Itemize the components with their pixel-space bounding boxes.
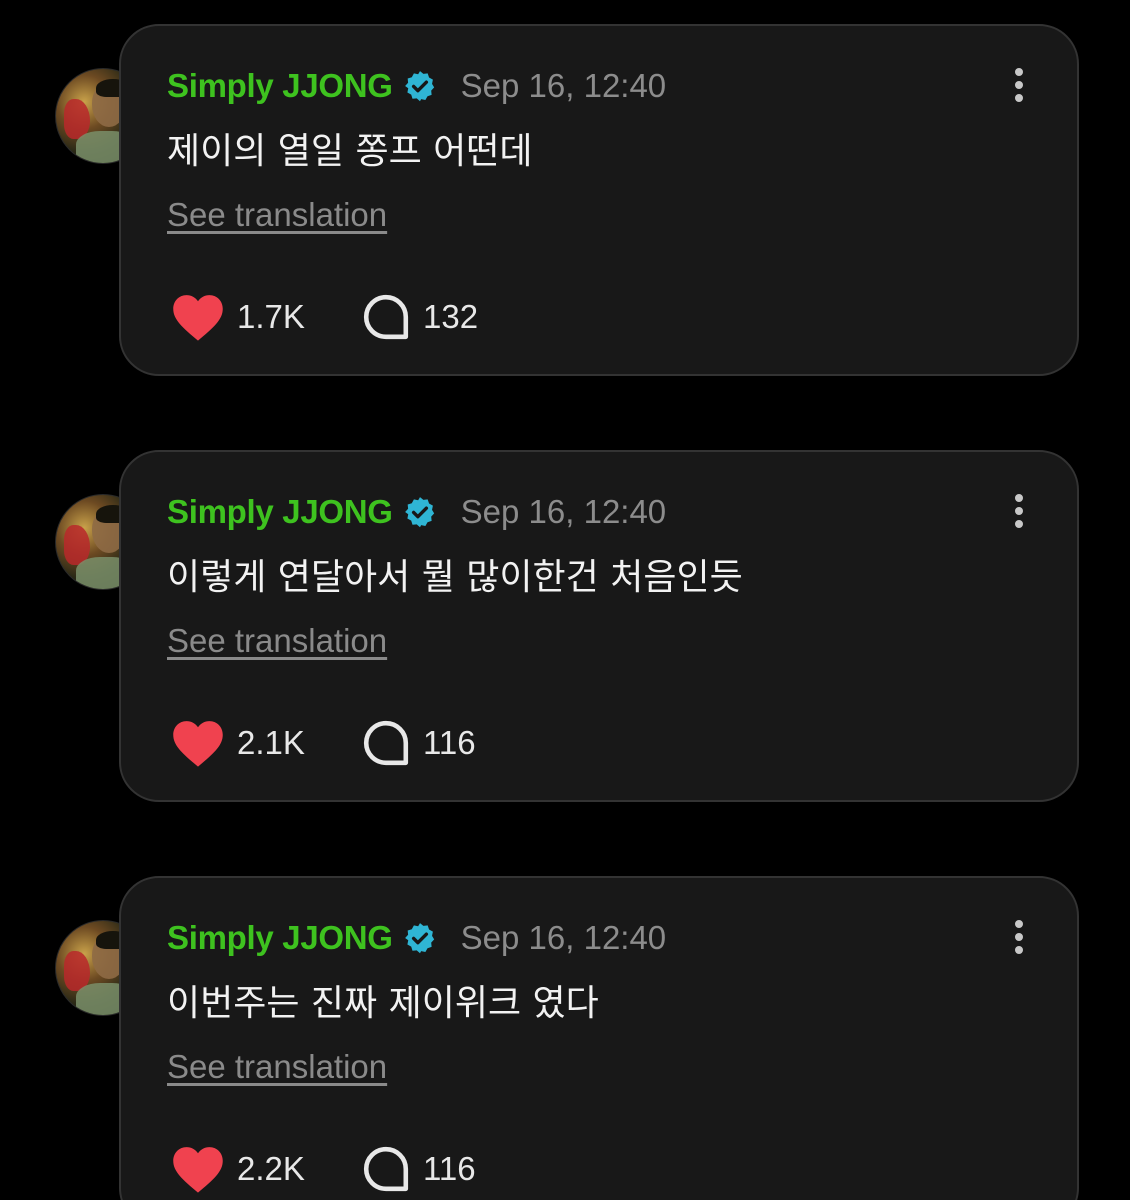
like-button[interactable]: 1.7K bbox=[171, 292, 361, 342]
comment-bubble-icon bbox=[363, 1146, 409, 1192]
like-button[interactable]: 2.1K bbox=[171, 718, 361, 768]
post-timestamp: Sep 16, 12:40 bbox=[460, 493, 667, 530]
like-count: 2.2K bbox=[237, 1150, 305, 1187]
post-feed: Simply JJONG Sep 16, 12:40 제이의 열일 쫑프 어떤데… bbox=[0, 0, 1130, 1200]
post-actions: 2.2K 116 bbox=[171, 1144, 476, 1194]
verified-badge-icon bbox=[404, 71, 434, 102]
heart-icon bbox=[173, 295, 223, 341]
post-timestamp: Sep 16, 12:40 bbox=[460, 919, 667, 956]
like-count: 2.1K bbox=[237, 724, 305, 761]
heart-icon bbox=[173, 721, 223, 767]
comment-bubble-icon bbox=[363, 720, 409, 766]
comment-button[interactable]: 116 bbox=[361, 1144, 476, 1194]
post-card[interactable]: Simply JJONG Sep 16, 12:40 이렇게 연달아서 뭘 많이… bbox=[119, 450, 1079, 802]
post-card[interactable]: Simply JJONG Sep 16, 12:40 제이의 열일 쫑프 어떤데… bbox=[119, 24, 1079, 376]
heart-icon bbox=[173, 1147, 223, 1193]
verified-badge-icon bbox=[404, 497, 434, 528]
post-actions: 2.1K 116 bbox=[171, 718, 476, 768]
author-name[interactable]: Simply JJONG bbox=[167, 919, 393, 957]
comment-count: 116 bbox=[423, 1150, 476, 1187]
post-card[interactable]: Simply JJONG Sep 16, 12:40 이번주는 진짜 제이위크 … bbox=[119, 876, 1079, 1200]
like-count: 1.7K bbox=[237, 298, 305, 335]
post-header: Simply JJONG Sep 16, 12:40 bbox=[167, 490, 666, 534]
see-translation-link[interactable]: See translation bbox=[167, 196, 387, 234]
comment-button[interactable]: 132 bbox=[361, 292, 478, 342]
like-button[interactable]: 2.2K bbox=[171, 1144, 361, 1194]
comment-bubble-icon bbox=[363, 294, 409, 340]
comment-button[interactable]: 116 bbox=[361, 718, 476, 768]
post-timestamp: Sep 16, 12:40 bbox=[460, 67, 667, 104]
verified-badge-icon bbox=[404, 923, 434, 954]
post-actions: 1.7K 132 bbox=[171, 292, 478, 342]
comment-count: 116 bbox=[423, 724, 476, 761]
post-header: Simply JJONG Sep 16, 12:40 bbox=[167, 916, 666, 960]
comment-count: 132 bbox=[423, 298, 479, 335]
author-name[interactable]: Simply JJONG bbox=[167, 493, 393, 531]
more-options-icon[interactable] bbox=[1011, 492, 1027, 530]
post-text: 이번주는 진짜 제이위크 였다 bbox=[167, 983, 599, 1024]
post-text: 제이의 열일 쫑프 어떤데 bbox=[167, 131, 533, 172]
see-translation-link[interactable]: See translation bbox=[167, 1048, 387, 1086]
more-options-icon[interactable] bbox=[1011, 66, 1027, 104]
see-translation-link[interactable]: See translation bbox=[167, 622, 387, 660]
post-header: Simply JJONG Sep 16, 12:40 bbox=[167, 64, 666, 108]
more-options-icon[interactable] bbox=[1011, 918, 1027, 956]
post-text: 이렇게 연달아서 뭘 많이한건 처음인듯 bbox=[167, 557, 743, 598]
author-name[interactable]: Simply JJONG bbox=[167, 67, 393, 105]
